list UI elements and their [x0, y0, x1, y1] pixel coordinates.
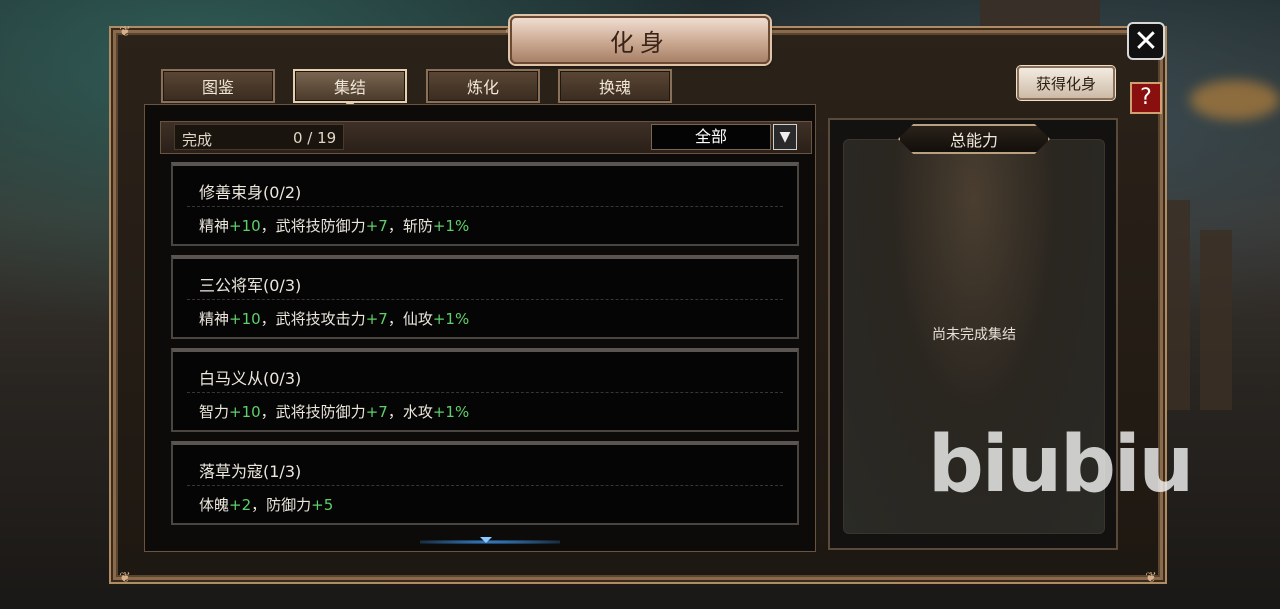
- bonus-text: ，水攻: [387, 403, 433, 421]
- frame-ornament: ❦: [119, 570, 131, 586]
- collection-item-title: 三公将军(0/3): [199, 276, 302, 295]
- background-structure: [1200, 230, 1232, 410]
- bonus-text: 体魄: [199, 496, 230, 514]
- collection-item-title: 白马义从(0/3): [199, 369, 302, 388]
- background-light: [1190, 80, 1280, 120]
- divider: [187, 299, 783, 300]
- bonus-value: +2: [229, 496, 252, 514]
- tab-gather[interactable]: 集结: [293, 69, 407, 103]
- bonus-value: +1%: [432, 217, 470, 235]
- close-button[interactable]: ✕: [1127, 22, 1165, 60]
- bonus-value: +10: [229, 217, 261, 235]
- ability-title: 总能力: [898, 124, 1050, 154]
- bonus-text: ，斩防: [387, 217, 433, 235]
- help-button[interactable]: ?: [1130, 82, 1162, 114]
- bonus-text: ，武将技防御力: [260, 217, 366, 235]
- bonus-value: +7: [365, 217, 388, 235]
- collection-item[interactable]: 修善束身(0/2) 精神+10，武将技防御力+7，斩防+1%: [171, 162, 799, 246]
- collection-item-title: 修善束身(0/2): [199, 183, 302, 202]
- ability-empty-message: 尚未完成集结: [932, 327, 1016, 343]
- background-structure: [980, 0, 1100, 28]
- bonus-value: +7: [365, 310, 388, 328]
- bonus-text: ，仙攻: [387, 310, 433, 328]
- tab-refine[interactable]: 炼化: [426, 69, 540, 103]
- background-structure: [1160, 200, 1190, 410]
- bonus-text: 智力: [199, 403, 230, 421]
- watermark-logo: biubiu: [928, 420, 1194, 510]
- collection-item-title: 落草为寇(1/3): [199, 462, 302, 481]
- close-icon: ✕: [1133, 24, 1159, 59]
- bonus-value: +7: [365, 403, 388, 421]
- filter-select[interactable]: 全部: [651, 124, 771, 150]
- bonus-text: ，武将技攻击力: [260, 310, 366, 328]
- completion-label: 完成: [182, 131, 213, 149]
- frame-ornament: ❦: [119, 24, 131, 40]
- bonus-value: +10: [229, 310, 261, 328]
- tab-soul-swap[interactable]: 换魂: [558, 69, 672, 103]
- collection-item[interactable]: 白马义从(0/3) 智力+10，武将技防御力+7，水攻+1%: [171, 348, 799, 432]
- frame-ornament: ❦: [1145, 570, 1157, 586]
- bonus-value: +1%: [432, 310, 470, 328]
- window-title: 化身: [510, 16, 770, 64]
- completion-count: 0 / 19: [293, 129, 337, 147]
- bonus-value: +10: [229, 403, 261, 421]
- bonus-text: 精神: [199, 310, 230, 328]
- dropdown-arrow-icon[interactable]: ▼: [773, 124, 797, 150]
- collection-item-bonus: 智力+10，武将技防御力+7，水攻+1%: [199, 401, 469, 422]
- scroll-down-icon[interactable]: [480, 537, 492, 543]
- collection-item[interactable]: 三公将军(0/3) 精神+10，武将技攻击力+7，仙攻+1%: [171, 255, 799, 339]
- collection-item-bonus: 体魄+2，防御力+5: [199, 494, 333, 515]
- divider: [187, 485, 783, 486]
- bonus-text: ，武将技防御力: [260, 403, 366, 421]
- bonus-text: ，防御力: [251, 496, 312, 514]
- bonus-text: 精神: [199, 217, 230, 235]
- collection-item-bonus: 精神+10，武将技攻击力+7，仙攻+1%: [199, 308, 469, 329]
- bonus-value: +1%: [432, 403, 470, 421]
- obtain-avatar-button[interactable]: 获得化身: [1017, 66, 1115, 100]
- collection-item-bonus: 精神+10，武将技防御力+7，斩防+1%: [199, 215, 469, 236]
- collection-item[interactable]: 落草为寇(1/3) 体魄+2，防御力+5: [171, 441, 799, 525]
- divider: [187, 206, 783, 207]
- divider: [187, 392, 783, 393]
- bonus-value: +5: [311, 496, 334, 514]
- tab-atlas[interactable]: 图鉴: [161, 69, 275, 103]
